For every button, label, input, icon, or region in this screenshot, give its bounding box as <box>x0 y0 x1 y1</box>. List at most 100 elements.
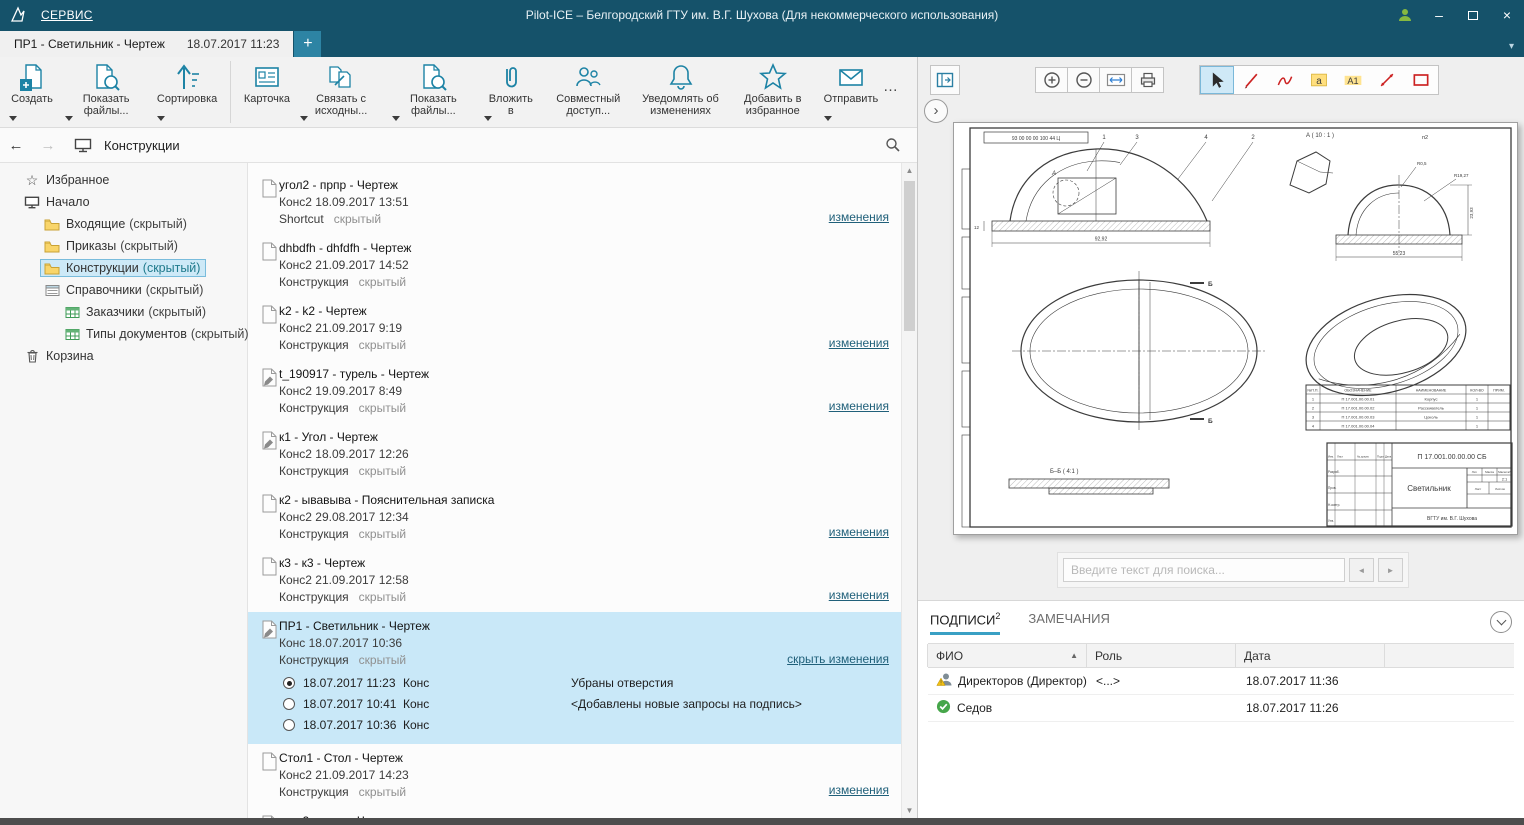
list-item[interactable]: угол2 - прпр - Чертеж Конс2 18.09.2017 1… <box>248 807 901 818</box>
sidebar-item-document-types[interactable]: Типы документов (скрытый) <box>0 323 249 345</box>
new-tab-button[interactable]: + <box>294 31 322 57</box>
column-header-role[interactable]: Роль <box>1086 644 1236 667</box>
tab-signatures[interactable]: ПОДПИСИ2 <box>930 611 1001 636</box>
freehand-tool[interactable] <box>1268 66 1302 94</box>
version-row[interactable]: 18.07.2017 10:41 Конс <Добавлены новые з… <box>279 694 893 715</box>
drawing-preview[interactable]: 93 00 00 00 100 44 Ц 1 3 4 2 А 92,92 12 … <box>953 122 1518 535</box>
forward-button[interactable]: → <box>32 137 64 154</box>
print-button[interactable] <box>1131 67 1164 93</box>
link-source-button[interactable]: Связать с исходны... <box>295 60 387 125</box>
notify-bell-icon <box>669 65 692 90</box>
show-files-button-2[interactable]: Показать файлы... <box>387 60 479 125</box>
text-note-tool[interactable]: A1 <box>1336 66 1370 94</box>
next-result-button[interactable]: ► <box>1378 558 1403 582</box>
breadcrumb-location[interactable]: Конструкции <box>104 138 180 153</box>
minimize-button[interactable]: – <box>1422 0 1456 30</box>
version-radio[interactable] <box>283 719 295 731</box>
list-item[interactable]: угол2 - прпр - Чертеж Конс2 18.09.2017 1… <box>248 171 901 234</box>
tab-list-chevron-icon[interactable]: ▾ <box>1509 41 1514 52</box>
stamp-cell: Лист <box>1337 455 1344 459</box>
list-item[interactable]: k2 - k2 - Чертеж Конс2 21.09.2017 9:19 К… <box>248 297 901 360</box>
link-source-icon <box>329 66 351 88</box>
parts-cell: 1 <box>1476 415 1479 420</box>
changes-link[interactable]: изменения <box>829 399 889 413</box>
sidebar-item-favorites[interactable]: ☆ Избранное <box>0 169 247 191</box>
sort-asc-icon: ▲ <box>1070 651 1078 660</box>
list-item[interactable]: к2 - ывавыва - Пояснительная записка Кон… <box>248 486 901 549</box>
dimension-arrow-tool[interactable] <box>1370 66 1404 94</box>
callout-label: 4 <box>1204 135 1208 141</box>
collapse-panel-button[interactable] <box>1490 611 1512 633</box>
version-radio[interactable] <box>283 698 295 710</box>
user-button[interactable] <box>1388 0 1422 30</box>
document-tab[interactable]: ПР1 - Светильник - Чертеж 18.07.2017 11:… <box>0 31 294 57</box>
scroll-down-icon[interactable]: ▼ <box>902 806 917 815</box>
table-row[interactable]: ! Директоров (Директор) <...> 18.07.2017… <box>928 668 1514 695</box>
list-item[interactable]: Стол1 - Стол - Чертеж Конс2 21.09.2017 1… <box>248 744 901 807</box>
list-item-selected[interactable]: ПР1 - Светильник - Чертеж Конс 18.07.201… <box>248 612 901 744</box>
column-header-date[interactable]: Дата <box>1235 644 1385 667</box>
organization-label: ВГТУ им. В.Г. Шухова <box>1427 516 1477 522</box>
zoom-out-button[interactable] <box>1067 67 1100 93</box>
preview-layout-button[interactable] <box>930 65 960 95</box>
scroll-up-icon[interactable]: ▲ <box>902 166 917 175</box>
signatures-panel: ПОДПИСИ2 ЗАМЕЧАНИЯ ФИО ▲ Роль Дата ! Дире… <box>918 600 1524 818</box>
fit-width-button[interactable] <box>1099 67 1132 93</box>
section-letter-label: Б <box>1208 281 1213 288</box>
sidebar-item-trash[interactable]: Корзина <box>0 345 247 367</box>
list-item[interactable]: к3 - к3 - Чертеж Конс2 21.09.2017 12:58 … <box>248 549 901 612</box>
hide-changes-link[interactable]: скрыть изменения <box>787 652 889 666</box>
changes-link[interactable]: изменения <box>829 336 889 350</box>
table-row[interactable]: Седов 18.07.2017 11:26 <box>928 695 1514 722</box>
add-favorite-button[interactable]: Добавить в избранное <box>727 60 819 125</box>
pointer-tool[interactable] <box>1200 66 1234 94</box>
tab-remarks[interactable]: ЗАМЕЧАНИЯ <box>1028 611 1109 635</box>
changes-link[interactable]: изменения <box>829 588 889 602</box>
search-icon[interactable] <box>885 137 901 153</box>
version-radio[interactable] <box>283 677 295 689</box>
list-item[interactable]: к1 - Угол - Чертеж Конс2 18.09.2017 12:2… <box>248 423 901 486</box>
scrollbar-thumb[interactable] <box>904 181 915 331</box>
notify-changes-button[interactable]: Уведомлять об изменениях <box>634 60 726 125</box>
changes-link[interactable]: изменения <box>829 210 889 224</box>
shared-access-button[interactable]: Совместный доступ... <box>542 60 634 125</box>
pen-tool[interactable] <box>1234 66 1268 94</box>
favorite-star-icon <box>758 63 787 90</box>
column-header-fio[interactable]: ФИО ▲ <box>927 644 1087 667</box>
show-files-button[interactable]: Показать файлы... <box>60 60 152 125</box>
list-item[interactable]: t_190917 - турель - Чертеж Конс2 19.09.2… <box>248 360 901 423</box>
send-button[interactable]: Отправить <box>819 60 883 125</box>
search-input[interactable] <box>1063 558 1345 582</box>
highlight-text-tool[interactable]: a <box>1302 66 1336 94</box>
prev-result-button[interactable]: ◄ <box>1349 558 1374 582</box>
list-scrollbar[interactable]: ▲ ▼ <box>901 163 917 818</box>
changes-link[interactable]: изменения <box>829 783 889 797</box>
version-row[interactable]: 18.07.2017 11:23 Конс Убраны отверстия <box>279 673 893 694</box>
maximize-button[interactable] <box>1456 0 1490 30</box>
sort-button[interactable]: Сортировка <box>152 60 222 125</box>
stamp-cell: Листов <box>1495 487 1505 491</box>
expand-panel-button[interactable]: › <box>924 99 948 123</box>
rectangle-tool[interactable] <box>1404 66 1438 94</box>
attach-button[interactable]: Вложить в <box>479 60 542 125</box>
zoom-in-button[interactable] <box>1035 67 1068 93</box>
sidebar-item-constructions[interactable]: Конструкции (скрытый) <box>0 257 247 279</box>
sidebar-item-orders[interactable]: Приказы (скрытый) <box>0 235 247 257</box>
sidebar-item-home[interactable]: Начало <box>0 191 247 213</box>
star-icon: ☆ <box>25 172 39 188</box>
close-button[interactable]: × <box>1490 0 1524 30</box>
stamp-cell: Масштаб <box>1498 470 1511 474</box>
card-button[interactable]: Карточка <box>239 60 295 125</box>
toolbar-overflow-button[interactable]: … <box>883 78 899 95</box>
sidebar-item-incoming[interactable]: Входящие (скрытый) <box>0 213 247 235</box>
service-menu[interactable]: СЕРВИС <box>41 8 93 22</box>
version-row[interactable]: 18.07.2017 10:36 Конс <box>279 715 893 736</box>
monitor-icon <box>74 138 92 152</box>
list-item[interactable]: dhbdfh - dhfdfh - Чертеж Конс2 21.09.201… <box>248 234 901 297</box>
create-button[interactable]: Создать <box>4 60 60 125</box>
sidebar-item-references[interactable]: Справочники (скрытый) <box>0 279 247 301</box>
horizontal-scrollbar[interactable] <box>0 818 1524 825</box>
sidebar-item-customers[interactable]: Заказчики (скрытый) <box>0 301 247 323</box>
changes-link[interactable]: изменения <box>829 525 889 539</box>
back-button[interactable]: ← <box>0 137 32 154</box>
